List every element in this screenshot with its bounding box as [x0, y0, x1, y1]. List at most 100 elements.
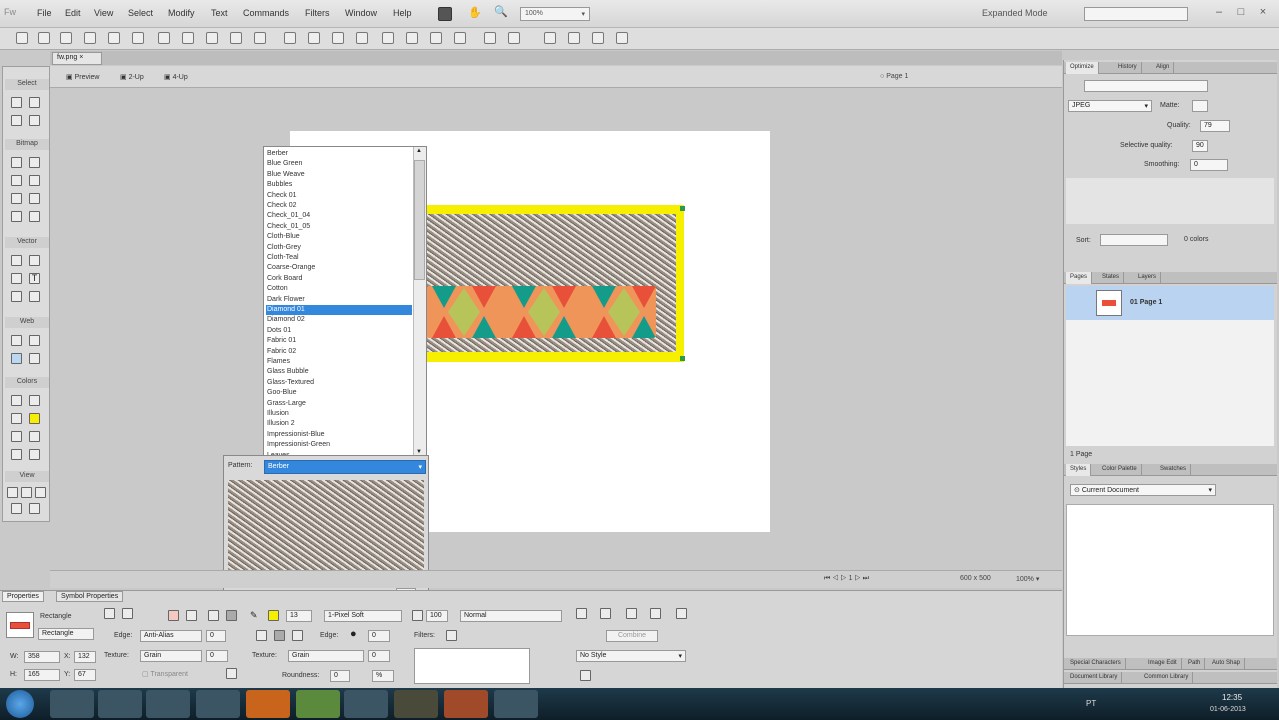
- start-button[interactable]: [6, 690, 34, 718]
- tab-properties[interactable]: Properties: [2, 591, 44, 602]
- menu-file[interactable]: File: [37, 8, 52, 18]
- flip-horizontal-icon[interactable]: [592, 32, 604, 44]
- pattern-list-item[interactable]: Glass Bubble: [266, 367, 412, 377]
- tab-document-library[interactable]: Document Library: [1066, 672, 1123, 684]
- pattern-list-item[interactable]: Goo-Blue: [266, 388, 412, 398]
- roundness-field[interactable]: 0: [330, 670, 350, 682]
- copy-icon[interactable]: [230, 32, 242, 44]
- style-option-icon[interactable]: [580, 670, 591, 681]
- menu-view[interactable]: View: [94, 8, 113, 18]
- width-field[interactable]: 358: [24, 651, 60, 663]
- tab-path[interactable]: Path: [1184, 658, 1206, 670]
- undo-icon[interactable]: [158, 32, 170, 44]
- path-subtract-icon[interactable]: [600, 608, 611, 619]
- tab-preview[interactable]: ▣ Preview: [66, 73, 99, 81]
- save-icon[interactable]: [60, 32, 72, 44]
- pattern-list-item[interactable]: Cotton: [266, 284, 412, 294]
- full-screen-icon[interactable]: [35, 487, 46, 498]
- pattern-list-item[interactable]: Check_01_05: [266, 222, 412, 232]
- pattern-list-item[interactable]: Impressionist-Blue: [266, 430, 412, 440]
- stroke-inside-icon[interactable]: [256, 630, 267, 641]
- fill-none-icon[interactable]: [168, 610, 179, 621]
- print-icon[interactable]: [132, 32, 144, 44]
- settings-select[interactable]: [1084, 80, 1208, 92]
- blur-tool-icon[interactable]: [11, 211, 22, 222]
- fill-options-icon[interactable]: [122, 608, 133, 619]
- menu-select[interactable]: Select: [128, 8, 153, 18]
- taskbar-app-icon[interactable]: [394, 690, 438, 718]
- tab-2up[interactable]: ▣ 2-Up: [120, 73, 144, 81]
- tab-styles[interactable]: Styles: [1066, 464, 1092, 476]
- pattern-list-item[interactable]: Cloth-Blue: [266, 232, 412, 242]
- rotate-cw-icon[interactable]: [568, 32, 580, 44]
- pattern-list-item[interactable]: Cloth-Teal: [266, 253, 412, 263]
- menu-text[interactable]: Text: [211, 8, 228, 18]
- stroke-edge-value[interactable]: 0: [368, 630, 390, 642]
- frame-controls[interactable]: ⏮ ◁ ▷ 1 ▷ ⏭: [824, 575, 869, 583]
- tab-4up[interactable]: ▣ 4-Up: [164, 73, 188, 81]
- show-slices-icon[interactable]: [29, 353, 40, 364]
- scroll-up-icon[interactable]: ▲: [416, 148, 422, 154]
- hand-icon[interactable]: ✋: [468, 6, 482, 19]
- pattern-list-item[interactable]: Fabric 01: [266, 336, 412, 346]
- texture-select[interactable]: Grain: [140, 650, 202, 662]
- export-icon[interactable]: [108, 32, 120, 44]
- eraser-tool-icon[interactable]: [29, 193, 40, 204]
- pattern-dropdown-list[interactable]: Berber Blue Green Blue Weave Bubbles Check 0…: [263, 146, 427, 460]
- freeform-tool-icon[interactable]: [11, 291, 22, 302]
- taskbar-app-icon[interactable]: [146, 690, 190, 718]
- scrollbar-thumb[interactable]: [414, 160, 425, 280]
- bring-front-icon[interactable]: [382, 32, 394, 44]
- zoom-select[interactable]: 100% ▾: [520, 7, 590, 21]
- taskbar-app-icon[interactable]: [246, 690, 290, 718]
- pattern-list-item[interactable]: Check_01_04: [266, 211, 412, 221]
- pattern-list-item[interactable]: Flames: [266, 357, 412, 367]
- stroke-texture-select[interactable]: Grain: [288, 650, 364, 662]
- ungroup-icon[interactable]: [308, 32, 320, 44]
- search-input[interactable]: [1084, 7, 1188, 21]
- menu-modify[interactable]: Modify: [168, 8, 195, 18]
- align-icon[interactable]: [484, 32, 496, 44]
- close-icon[interactable]: ×: [1256, 6, 1270, 20]
- tab-states[interactable]: States: [1098, 272, 1125, 284]
- opacity-field[interactable]: 100: [426, 610, 448, 622]
- pattern-list-item[interactable]: Coarse-Orange: [266, 263, 412, 273]
- stroke-texture-amount[interactable]: 0: [368, 650, 390, 662]
- tab-optimize[interactable]: Optimize: [1066, 62, 1099, 74]
- menu-filters[interactable]: Filters: [305, 8, 330, 18]
- smoothing-select[interactable]: 0: [1190, 159, 1228, 171]
- brush-tool-icon[interactable]: [29, 175, 40, 186]
- paste-icon[interactable]: [254, 32, 266, 44]
- matte-swatch[interactable]: [1192, 100, 1208, 112]
- workspace-mode[interactable]: Expanded Mode: [982, 8, 1048, 18]
- send-backward-icon[interactable]: [430, 32, 442, 44]
- object-name-field[interactable]: Rectangle: [38, 628, 94, 640]
- lasso-tool-icon[interactable]: [29, 157, 40, 168]
- hide-slices-icon[interactable]: [11, 353, 22, 364]
- pattern-list-item[interactable]: Illusion 2: [266, 419, 412, 429]
- roundness-unit-select[interactable]: %: [372, 670, 394, 682]
- pattern-list-item[interactable]: Bubbles: [266, 180, 412, 190]
- stamp-tool-icon[interactable]: [29, 211, 40, 222]
- pattern-list-item[interactable]: Dark Flower: [266, 295, 412, 305]
- pattern-list-item[interactable]: Berber: [266, 149, 412, 159]
- tab-image-edit[interactable]: Image Edit: [1144, 658, 1182, 670]
- taskbar-app-icon[interactable]: [494, 690, 538, 718]
- scale-tool-icon[interactable]: [11, 115, 22, 126]
- taskbar-app-icon[interactable]: [98, 690, 142, 718]
- cut-icon[interactable]: [206, 32, 218, 44]
- pen-tool-icon[interactable]: [29, 255, 40, 266]
- fill-bucket-icon[interactable]: [104, 608, 115, 619]
- status-zoom[interactable]: 100% ▾: [1016, 575, 1039, 583]
- path-union-icon[interactable]: [576, 608, 587, 619]
- add-filter-icon[interactable]: [446, 630, 457, 641]
- text-tool-icon[interactable]: T: [29, 273, 40, 284]
- menu-edit[interactable]: Edit: [65, 8, 81, 18]
- slice-tool-icon[interactable]: [29, 335, 40, 346]
- split-icon[interactable]: [356, 32, 368, 44]
- pattern-list-item[interactable]: Impressionist-Green: [266, 440, 412, 450]
- zoom-tool-icon[interactable]: [29, 503, 40, 514]
- maximize-icon[interactable]: □: [1234, 6, 1248, 20]
- swap-colors-icon[interactable]: [29, 431, 40, 442]
- edge-select[interactable]: Anti-Alias: [140, 630, 202, 642]
